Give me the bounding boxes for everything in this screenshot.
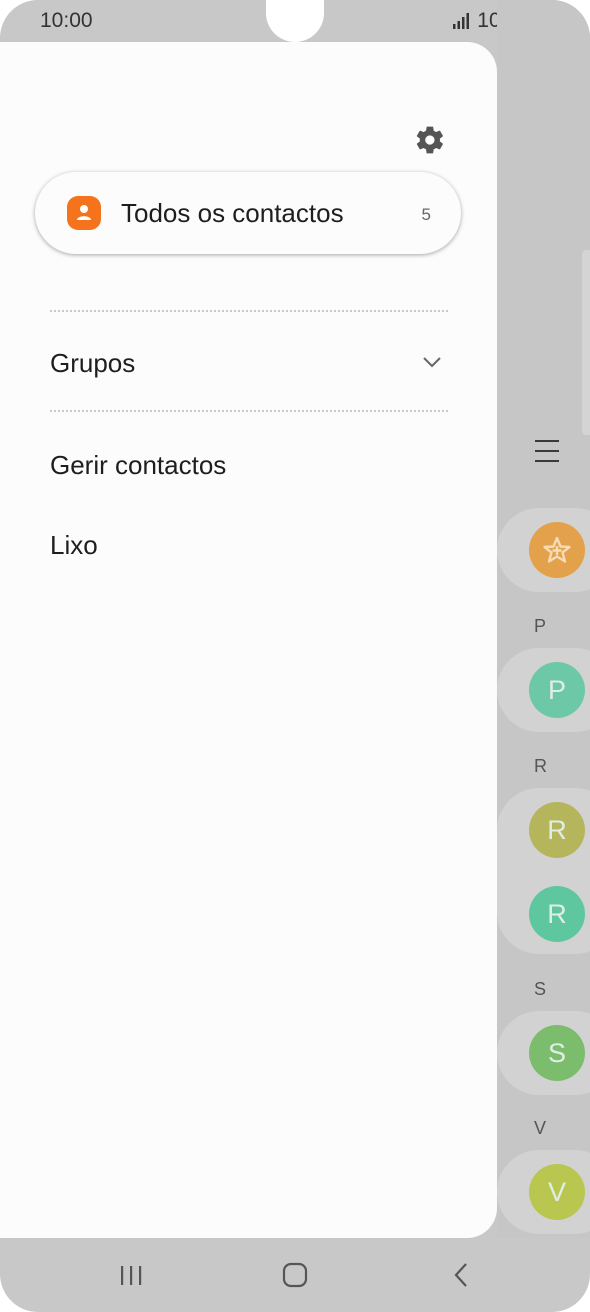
- hamburger-menu-icon[interactable]: [535, 440, 559, 462]
- avatar: V: [529, 1164, 585, 1220]
- favorites-star-icon: [529, 522, 585, 578]
- scrollbar: [582, 250, 590, 435]
- navigation-drawer: Todos os contactos 5 Grupos Gerir contac…: [0, 42, 497, 1238]
- contact-person-icon: [67, 196, 101, 230]
- avatar: R: [529, 802, 585, 858]
- all-contacts-item[interactable]: Todos os contactos 5: [35, 172, 461, 254]
- avatar: R: [529, 886, 585, 942]
- groups-item[interactable]: Grupos: [50, 348, 135, 379]
- manage-contacts-item[interactable]: Gerir contactos: [50, 450, 226, 481]
- chevron-down-icon[interactable]: [420, 354, 444, 370]
- back-icon[interactable]: [448, 1260, 474, 1290]
- phone-screen: 10:00 100% P P R R R S S V V: [0, 0, 590, 1312]
- divider: [50, 310, 448, 312]
- section-letter: V: [534, 1118, 547, 1138]
- recent-apps-icon[interactable]: [118, 1260, 144, 1290]
- camera-notch: [266, 0, 324, 42]
- home-button-icon[interactable]: [280, 1260, 310, 1290]
- section-letter: P: [534, 616, 547, 636]
- all-contacts-label: Todos os contactos: [121, 198, 344, 228]
- signal-icon: [453, 13, 470, 29]
- section-letter: R: [534, 756, 547, 776]
- contacts-count: 5: [421, 205, 431, 224]
- divider: [50, 410, 448, 412]
- trash-item[interactable]: Lixo: [50, 530, 98, 561]
- section-letter: S: [534, 979, 547, 999]
- settings-gear-icon[interactable]: [414, 124, 446, 156]
- status-time: 10:00: [40, 9, 93, 32]
- avatar: P: [529, 662, 585, 718]
- avatar: S: [529, 1025, 585, 1081]
